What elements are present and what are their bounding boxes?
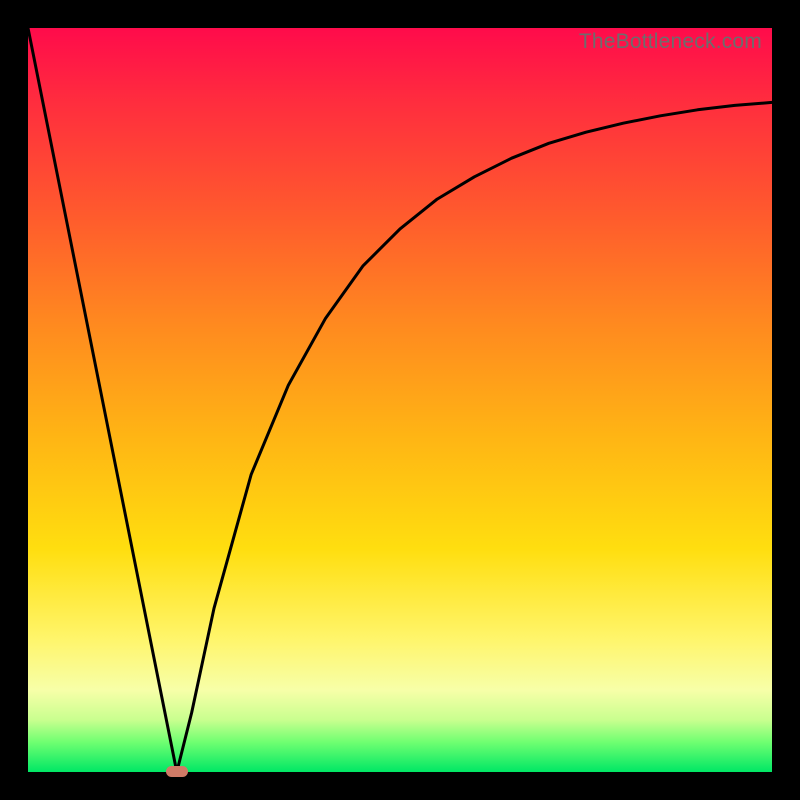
bottleneck-curve [28,28,772,772]
watermark-text: TheBottleneck.com [579,30,762,54]
chart-frame: TheBottleneck.com [28,28,772,772]
optimum-marker [166,766,188,777]
